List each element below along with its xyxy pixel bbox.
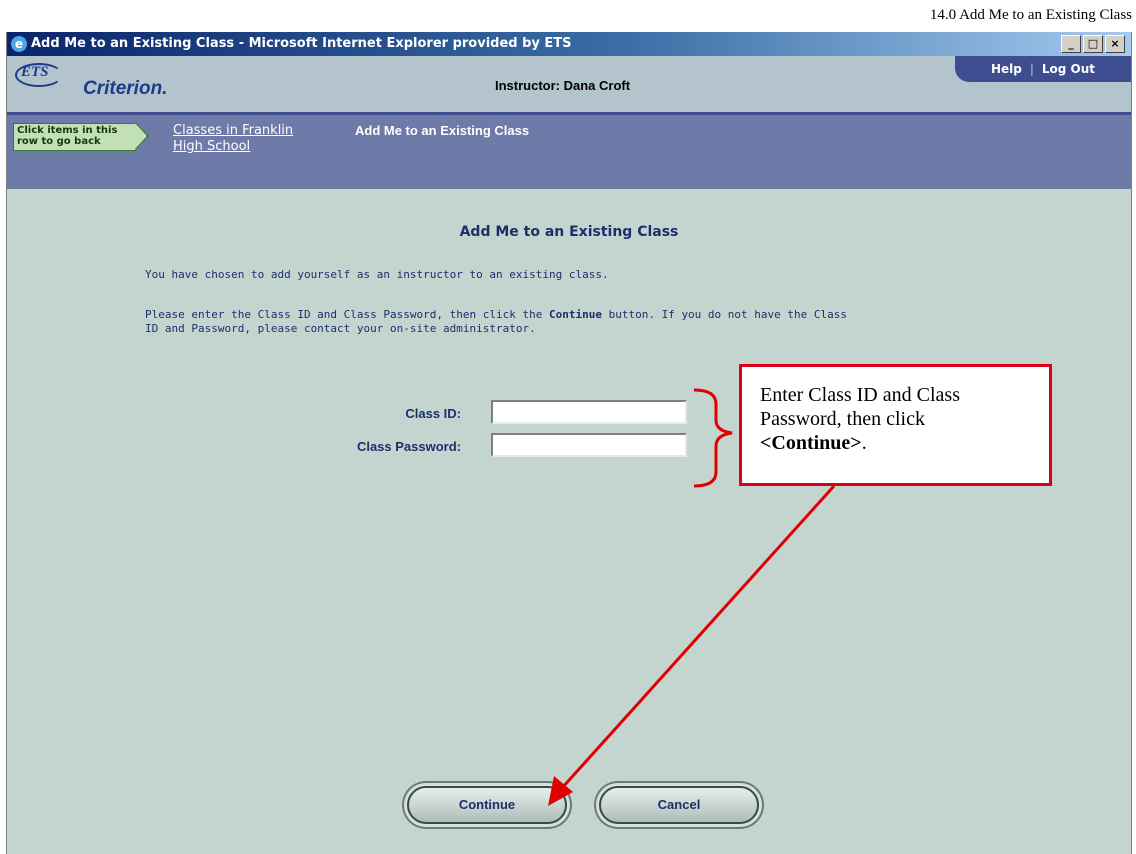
ets-logo: ETS [15,63,63,87]
page-title: Add Me to an Existing Class [459,224,679,240]
breadcrumb: Click items in this row to go back Class… [7,112,1131,189]
class-id-input[interactable] [491,400,687,424]
app-header: ETS Criterion. Instructor: Dana Croft He… [7,56,1131,112]
logout-link[interactable]: Log Out [1042,62,1095,76]
instructor-name: Instructor: Dana Croft [495,78,631,93]
callout-line-1: Enter Class ID and Class [760,384,960,406]
intro-text: You have chosen to add yourself as an in… [145,268,609,281]
breadcrumb-current: Add Me to an Existing Class [355,123,530,138]
criterion-logo: Criterion. [83,78,168,99]
callout-line-2: Password, then click [760,408,925,430]
continue-button[interactable]: Continue [407,786,567,824]
class-id-label: Class ID: [405,406,461,421]
window-title: Add Me to an Existing Class - Microsoft … [31,36,572,51]
internet-explorer-icon: e [11,36,27,52]
close-button[interactable]: × [1105,35,1125,53]
minimize-button[interactable]: _ [1061,35,1081,53]
document-section-header: 14.0 Add Me to an Existing Class [929,7,1132,23]
hint-line-2: row to go back [17,136,101,147]
window-controls: _ □ × [1061,35,1125,53]
class-password-input[interactable] [491,433,687,457]
top-links-separator: | [1029,62,1034,76]
callout-continue-emphasis: <Continue> [760,432,862,454]
hint-line-1: Click items in this [17,125,118,136]
instructions-continue-emphasis: Continue [548,308,602,321]
breadcrumb-hint: Click items in this row to go back [13,122,149,151]
maximize-button[interactable]: □ [1083,35,1103,53]
instructions-text: Please enter the Class ID and Class Pass… [145,308,848,335]
cancel-button[interactable]: Cancel [599,786,759,824]
help-link[interactable]: Help [991,62,1022,76]
class-password-label: Class Password: [356,439,461,454]
instruction-callout: Enter Class ID and Class Password, then … [739,364,1052,486]
breadcrumb-link-classes[interactable]: Classes in Franklin High School [173,123,293,155]
window-titlebar: e Add Me to an Existing Class - Microsof… [7,32,1131,56]
top-links: Help | Log Out [955,56,1131,82]
